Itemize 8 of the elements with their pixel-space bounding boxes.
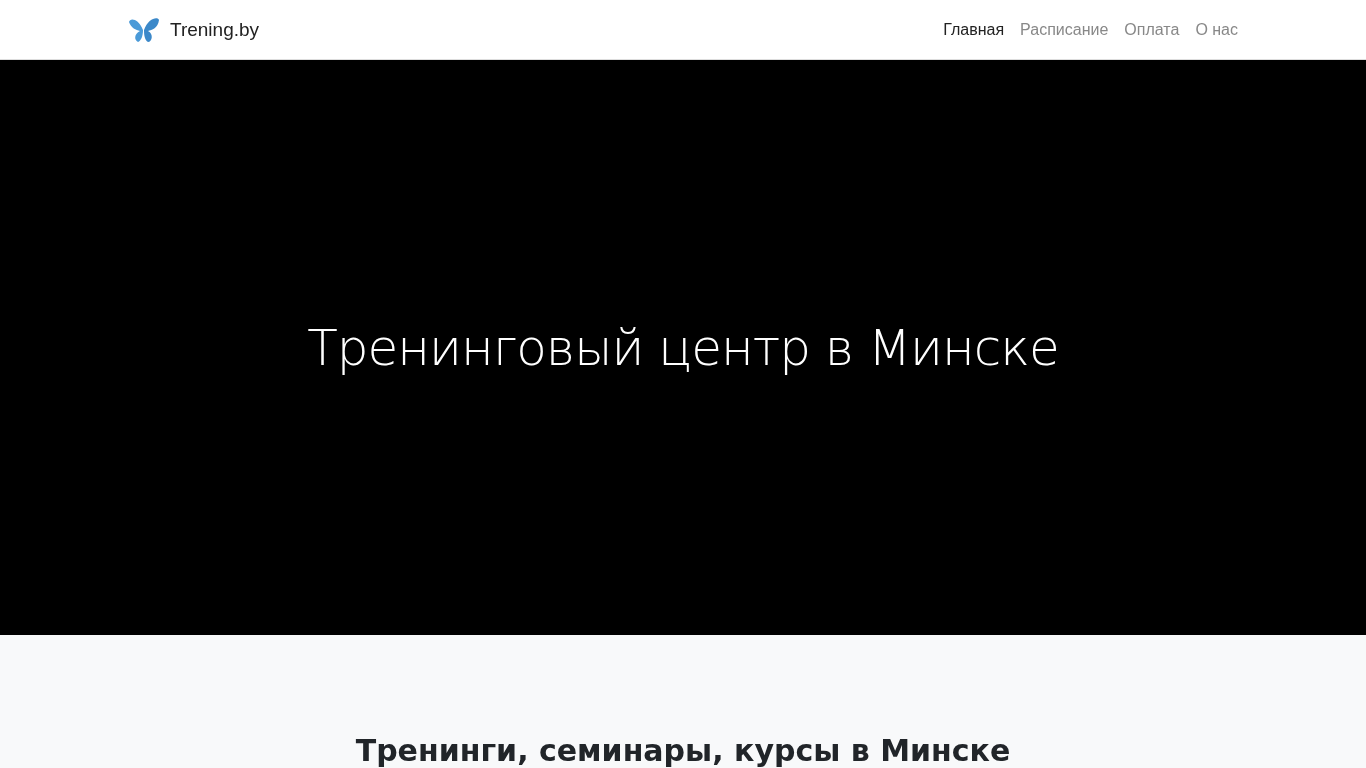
nav-link[interactable]: Расписание (1020, 20, 1109, 39)
nav-link[interactable]: О нас (1195, 20, 1238, 39)
butterfly-icon (128, 15, 160, 44)
brand-link[interactable]: Trening.by (128, 15, 260, 44)
nav-link[interactable]: Главная (943, 20, 1005, 39)
section-heading: Тренинги, семинары, курсы в Минске (355, 733, 1011, 768)
nav-link[interactable]: Оплата (1124, 20, 1180, 39)
hero-title: Тренинговый центр в Минске (307, 318, 1059, 377)
